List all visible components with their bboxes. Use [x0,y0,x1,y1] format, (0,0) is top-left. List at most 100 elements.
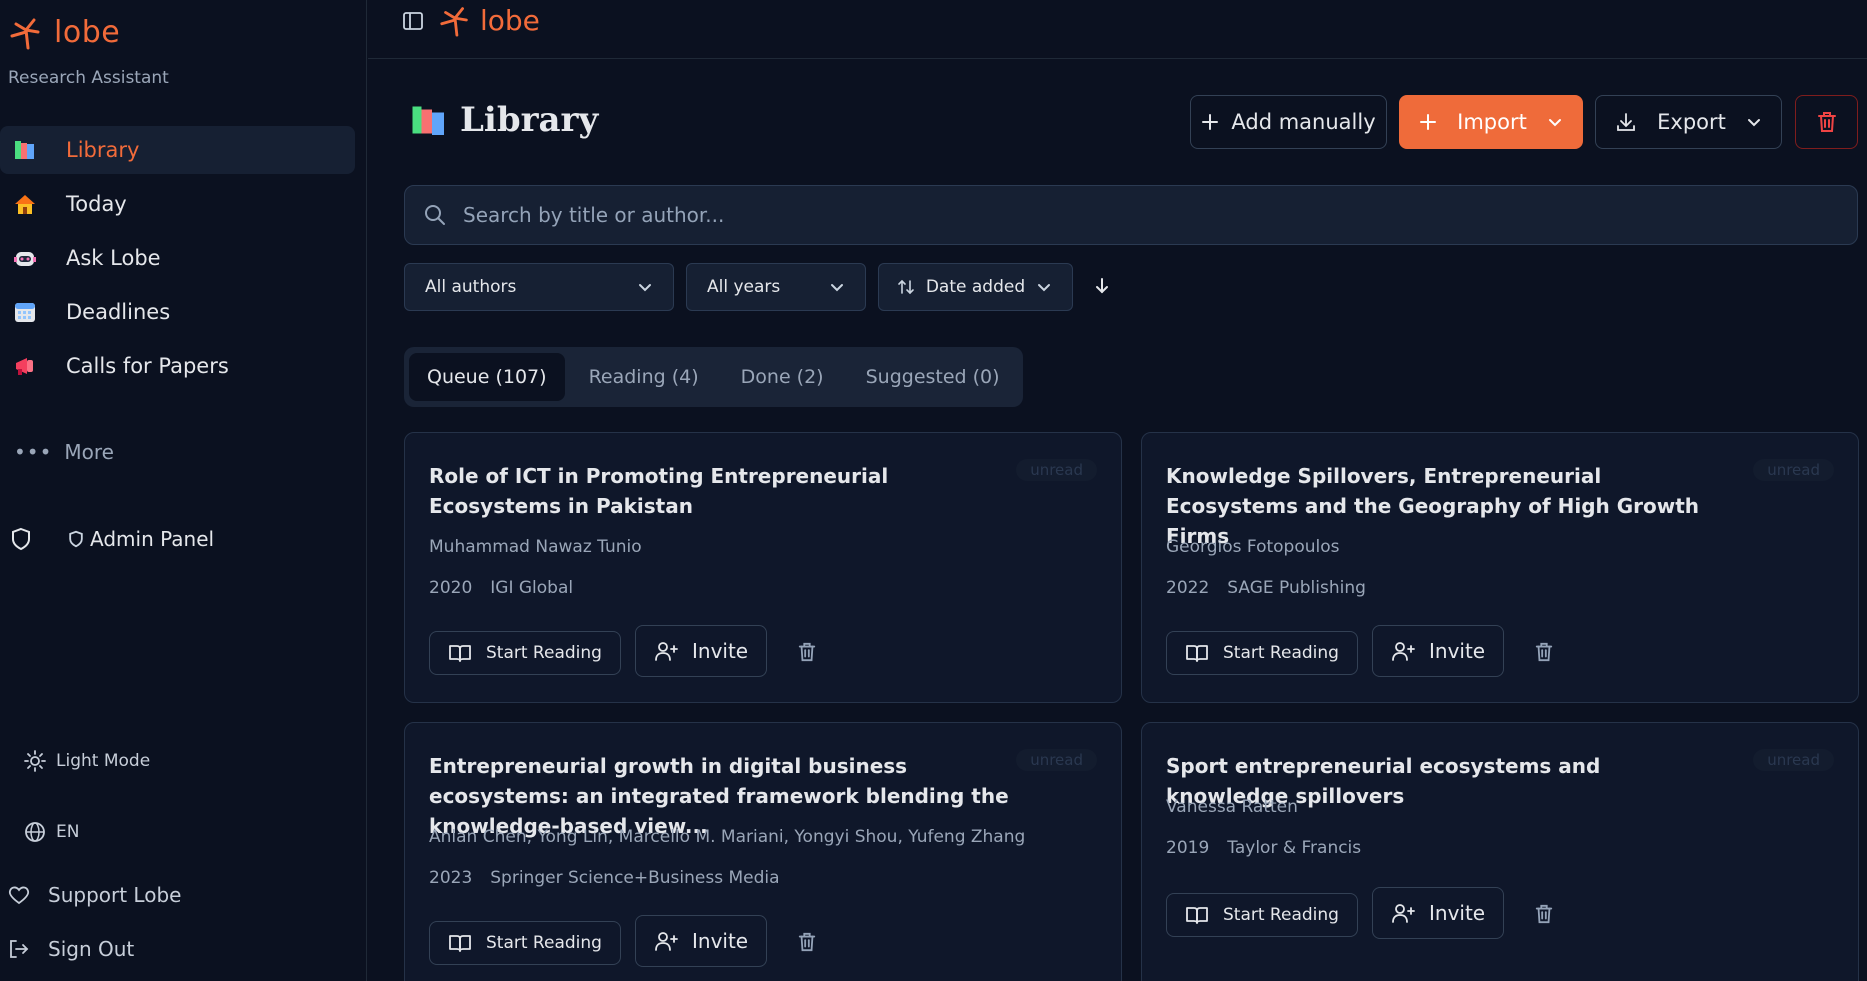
start-reading-button[interactable]: Start Reading [429,921,621,965]
paper-authors: Georgios Fotopoulos [1166,537,1340,557]
brand-logo[interactable]: lobe [8,14,120,50]
sidebar-item-deadlines[interactable]: Deadlines [0,288,355,336]
delete-all-button[interactable] [1795,95,1858,149]
export-button[interactable]: Export [1595,95,1782,149]
years-filter-value: All years [707,277,781,297]
start-reading-label: Start Reading [486,933,602,953]
invite-label: Invite [1429,901,1486,925]
house-icon [12,191,38,217]
book-open-icon [448,933,472,953]
paper-card[interactable]: Entrepreneurial growth in digital busine… [404,722,1122,981]
start-reading-label: Start Reading [1223,905,1339,925]
import-button[interactable]: Import [1399,95,1583,149]
trash-icon [1534,903,1554,925]
chevron-down-icon [1036,279,1052,295]
paper-card[interactable]: Role of ICT in Promoting Entrepreneurial… [404,432,1122,703]
book-open-icon [1185,643,1209,663]
tab-suggested[interactable]: Suggested (0) [848,353,1018,401]
invite-label: Invite [692,929,749,953]
paper-authors: Vanessa Ratten [1166,797,1298,817]
authors-filter-select[interactable]: All authors [404,263,674,311]
invite-button[interactable]: Invite [1372,887,1505,939]
tab-queue[interactable]: Queue (107) [409,353,565,401]
delete-paper-button[interactable] [1534,641,1554,663]
globe-icon [24,821,46,843]
topbar-brand-name: lobe [480,3,540,37]
language-selector[interactable]: EN [24,821,79,843]
paper-card[interactable]: Knowledge Spillovers, Entrepreneurial Ec… [1141,432,1859,703]
paper-authors: Muhammad Nawaz Tunio [429,537,642,557]
paper-year: 2022 [1166,578,1210,598]
heart-icon [8,885,30,905]
plus-icon [1419,113,1437,131]
delete-paper-button[interactable] [797,931,817,953]
authors-filter-value: All authors [425,277,517,297]
paper-meta: 2019 Taylor & Francis [1166,838,1361,858]
sign-out-button[interactable]: Sign Out [8,937,134,961]
support-lobe-link[interactable]: Support Lobe [8,883,181,907]
light-mode-toggle[interactable]: Light Mode [24,750,150,772]
start-reading-button[interactable]: Start Reading [429,631,621,675]
sign-out-label: Sign Out [48,937,135,961]
more-button[interactable]: ••• More [14,440,114,464]
sidebar-item-label: Library [66,138,140,162]
invite-button[interactable]: Invite [1372,625,1505,677]
start-reading-button[interactable]: Start Reading [1166,893,1358,937]
years-filter-select[interactable]: All years [686,263,866,311]
user-plus-icon [654,640,678,662]
brand-subtitle: Research Assistant [8,68,169,88]
chevron-down-icon [637,279,653,295]
paper-card[interactable]: Sport entrepreneurial ecosystems and kno… [1141,722,1859,981]
brand-name: lobe [54,14,121,50]
status-badge: unread [1016,749,1097,771]
start-reading-button[interactable]: Start Reading [1166,631,1358,675]
topbar-brand[interactable]: lobe [438,2,540,38]
lobe-logo-icon [438,2,472,38]
tab-reading[interactable]: Reading (4) [571,353,717,401]
invite-button[interactable]: Invite [635,915,768,967]
robot-icon [12,245,38,271]
books-icon [12,137,38,163]
paper-year: 2020 [429,578,473,598]
delete-paper-button[interactable] [1534,903,1554,925]
sidebar: lobe Research Assistant Library Today As… [0,0,367,981]
support-label: Support Lobe [48,883,182,907]
trash-icon [1816,110,1838,134]
chevron-down-icon [1547,114,1563,130]
chevron-down-icon [829,279,845,295]
delete-paper-button[interactable] [797,641,817,663]
sidebar-item-library[interactable]: Library [0,126,355,174]
status-badge: unread [1016,459,1097,481]
chevron-down-icon [1746,114,1762,130]
more-dots-icon: ••• [14,440,53,464]
invite-button[interactable]: Invite [635,625,768,677]
sidebar-item-label: Ask Lobe [66,246,161,270]
sidebar-item-calls-for-papers[interactable]: Calls for Papers [0,342,355,390]
search-input[interactable] [463,203,1763,227]
status-tabs: Queue (107) Reading (4) Done (2) Suggest… [404,347,1023,407]
light-mode-label: Light Mode [56,751,151,771]
download-icon [1615,111,1637,133]
add-manually-button[interactable]: Add manually [1190,95,1387,149]
books-icon [410,102,448,138]
more-label: More [64,440,114,464]
panel-toggle-icon [402,10,424,32]
megaphone-icon [12,353,38,379]
sidebar-toggle-button[interactable] [402,10,424,32]
user-plus-icon [654,930,678,952]
sort-select[interactable]: Date added [878,263,1073,311]
tab-done[interactable]: Done (2) [723,353,842,401]
sign-out-icon [8,938,30,960]
add-manually-label: Add manually [1231,110,1376,134]
sidebar-item-label: Deadlines [66,300,171,324]
page-title-text: Library [460,100,599,140]
admin-panel-link[interactable]: Admin Panel [10,527,214,551]
start-reading-label: Start Reading [486,643,602,663]
sidebar-item-today[interactable]: Today [0,180,355,228]
export-label: Export [1657,110,1726,134]
sidebar-item-label: Calls for Papers [66,354,229,378]
paper-title[interactable]: Role of ICT in Promoting Entrepreneurial… [429,461,989,521]
sidebar-item-ask-lobe[interactable]: Ask Lobe [0,234,355,282]
paper-meta: 2023 Springer Science+Business Media [429,868,780,888]
sort-direction-button[interactable] [1093,276,1111,296]
